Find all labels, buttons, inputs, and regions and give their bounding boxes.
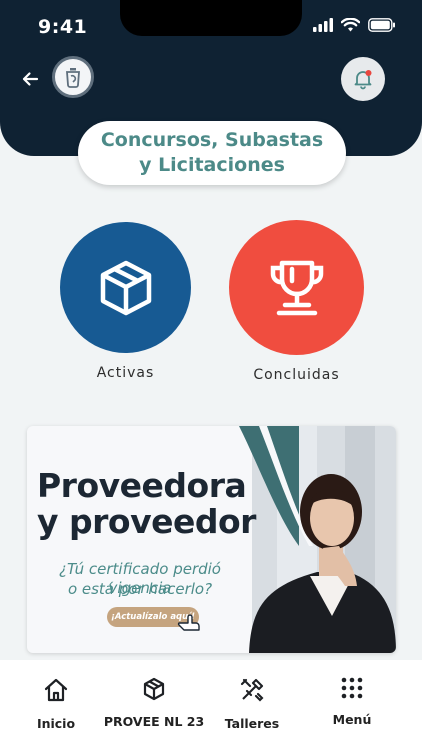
category-concluidas[interactable]: Concluidas: [229, 220, 364, 383]
trophy-icon: [270, 260, 323, 315]
nav-label-provee: PROVEE NL 23: [103, 714, 205, 729]
banner-headline-line1: Proveedora: [37, 466, 247, 505]
status-time: 9:41: [38, 16, 88, 38]
promo-banner[interactable]: Proveedora y proveedor ¿Tú certificado p…: [27, 426, 396, 653]
bottom-nav: Inicio PROVEE NL 23 Talleres Menú: [0, 660, 422, 750]
nav-label-talleres: Talleres: [224, 716, 280, 731]
nav-item-provee[interactable]: PROVEE NL 23: [103, 676, 205, 729]
nav-label-inicio: Inicio: [36, 716, 76, 731]
notifications-button[interactable]: [341, 57, 385, 101]
hand-pointer-icon: [177, 614, 200, 631]
wifi-icon: [341, 18, 360, 32]
device-notch: [120, 0, 302, 36]
nav-item-menu[interactable]: Menú: [330, 676, 374, 727]
nav-label-menu: Menú: [332, 712, 372, 727]
nav-item-talleres[interactable]: Talleres: [224, 676, 280, 731]
home-icon: [44, 678, 68, 702]
category-activas[interactable]: Activas: [60, 222, 191, 381]
category-activas-circle[interactable]: [60, 222, 191, 353]
category-concluidas-label: Concluidas: [253, 367, 340, 383]
battery-icon: [368, 18, 395, 32]
page-title-line1: Concursos, Subastas: [100, 129, 324, 151]
status-icons: [313, 18, 396, 32]
bell-icon: [354, 70, 372, 90]
back-arrow-icon[interactable]: [18, 66, 44, 92]
banner-sub-line2: o está por hacerlo?: [67, 580, 213, 598]
category-concluidas-circle[interactable]: [229, 220, 364, 355]
category-activas-label: Activas: [96, 365, 155, 381]
signal-icon: [313, 18, 333, 32]
logo-icon: [66, 68, 80, 88]
page-title: Concursos, Subastas y Licitaciones: [78, 121, 346, 185]
banner-headline-line2: y proveedor: [37, 502, 256, 541]
nav-item-inicio[interactable]: Inicio: [36, 676, 76, 731]
app-logo[interactable]: [52, 56, 94, 98]
grid-icon: [341, 677, 363, 699]
page-title-line2: y Licitaciones: [139, 154, 285, 176]
box-icon: [143, 677, 165, 701]
box-icon: [100, 260, 151, 315]
tools-icon: [240, 678, 264, 702]
